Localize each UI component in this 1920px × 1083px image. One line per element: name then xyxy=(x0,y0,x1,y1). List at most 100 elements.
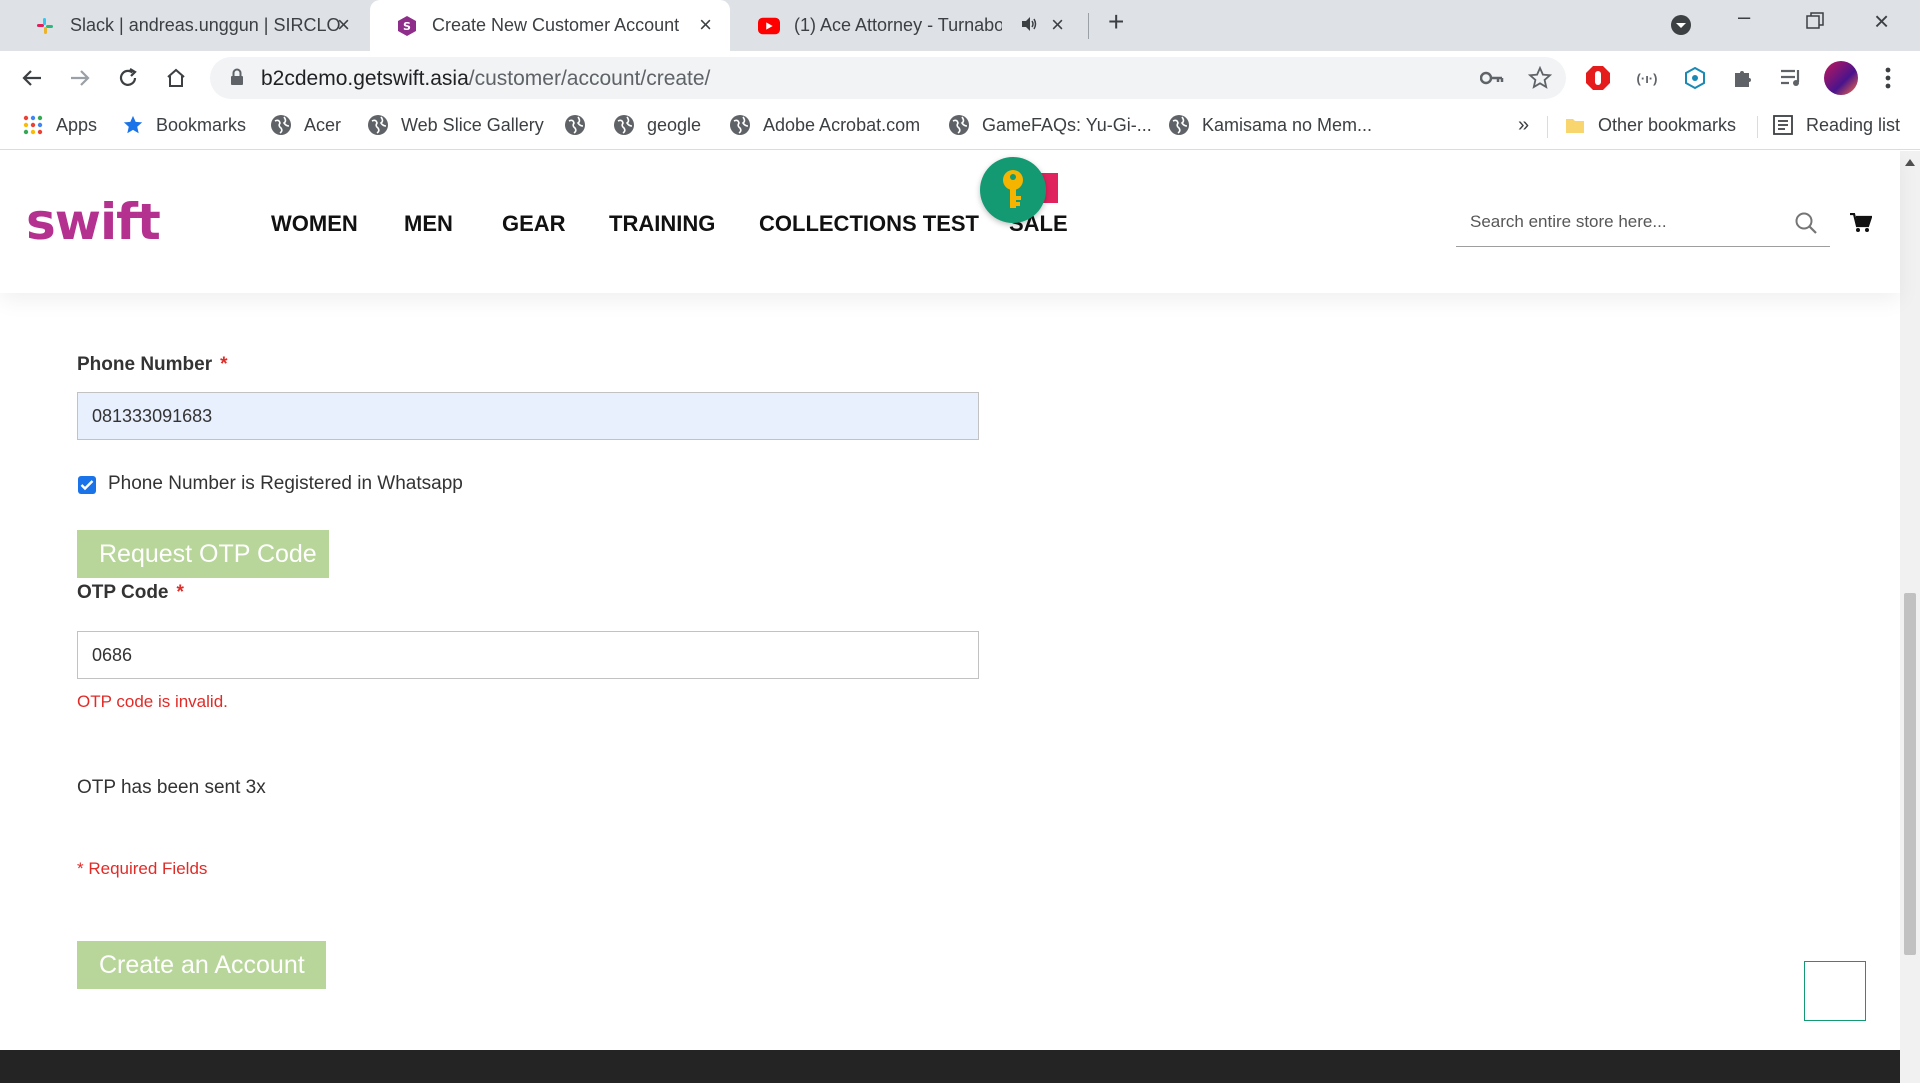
lock-icon[interactable] xyxy=(230,68,244,91)
bookmarks-divider xyxy=(1547,116,1548,138)
tab-create-account[interactable]: S Create New Customer Account × xyxy=(370,0,730,51)
close-icon[interactable]: × xyxy=(337,14,350,36)
checkmark-icon xyxy=(80,480,94,491)
close-icon[interactable]: × xyxy=(1051,14,1064,36)
back-to-top-button[interactable] xyxy=(1804,961,1866,1021)
nav-men[interactable]: MEN xyxy=(404,211,453,237)
puzzle-extensions-icon[interactable] xyxy=(1729,64,1757,92)
required-fields-note: * Required Fields xyxy=(77,859,208,878)
request-otp-button[interactable]: Request OTP Code xyxy=(77,530,329,578)
close-icon[interactable]: × xyxy=(699,14,712,36)
adblock-extension-icon[interactable] xyxy=(1584,64,1612,92)
nav-gear[interactable]: GEAR xyxy=(502,211,566,237)
tab-slack[interactable]: Slack | andreas.unggun | SIRCLO × xyxy=(8,0,368,51)
close-window-icon[interactable]: × xyxy=(1874,6,1889,37)
bookmark-gamefaqs[interactable]: GameFAQs: Yu-Gi-... xyxy=(948,114,1152,136)
tab-title: Slack | andreas.unggun | SIRCLO xyxy=(70,15,341,35)
globe-icon xyxy=(367,114,389,136)
restore-icon[interactable] xyxy=(1806,10,1824,36)
scrollbar-thumb[interactable] xyxy=(1904,593,1916,955)
graph-extension-icon[interactable] xyxy=(1681,64,1709,92)
scroll-up-arrow-icon[interactable] xyxy=(1905,159,1915,166)
swift-favicon-icon: S xyxy=(396,15,418,37)
wireless-extension-icon[interactable]: (·ı·) xyxy=(1633,64,1661,92)
bookmark-geogle[interactable]: geogle xyxy=(613,114,701,136)
forward-icon[interactable] xyxy=(64,62,96,94)
bookmarks-divider xyxy=(1757,116,1758,138)
store-search xyxy=(1456,199,1830,247)
label-text: Phone Number xyxy=(77,354,213,375)
create-account-button[interactable]: Create an Account xyxy=(77,941,326,989)
bookmark-label: Apps xyxy=(56,114,98,135)
reading-list[interactable]: Reading list xyxy=(1772,114,1900,136)
bookmark-label: Web Slice Gallery xyxy=(401,114,544,135)
svg-text:S: S xyxy=(403,20,411,33)
nav-training[interactable]: TRAINING xyxy=(609,211,715,237)
bookmark-other-bookmarks[interactable]: Other bookmarks xyxy=(1564,114,1736,136)
bookmark-web-slice-gallery[interactable]: Web Slice Gallery xyxy=(367,114,544,136)
reload-icon[interactable] xyxy=(112,62,144,94)
bookmark-label: Acer xyxy=(304,114,342,135)
globe-icon xyxy=(564,114,586,136)
browser-toolbar: b2cdemo.getswift.asia/customer/account/c… xyxy=(0,51,1920,104)
bookmarks-overflow-chevron[interactable]: » xyxy=(1518,114,1529,137)
speaker-icon[interactable] xyxy=(1020,15,1038,38)
page-scrollbar[interactable] xyxy=(1900,151,1920,1083)
slack-icon xyxy=(34,15,56,37)
phone-number-label: Phone Number * xyxy=(77,354,228,376)
profile-avatar[interactable] xyxy=(1824,61,1858,95)
bookmark-kamisama[interactable]: Kamisama no Mem... xyxy=(1168,114,1372,136)
nav-women[interactable]: WOMEN xyxy=(271,211,358,237)
tab-divider xyxy=(1088,13,1089,39)
phone-number-field[interactable] xyxy=(77,392,979,440)
bookmark-apps[interactable]: Apps xyxy=(22,114,97,136)
password-manager-key-icon[interactable] xyxy=(980,157,1046,223)
bookmark-acer[interactable]: Acer xyxy=(270,114,341,136)
bookmark-bookmarks[interactable]: Bookmarks xyxy=(122,114,246,136)
url-path: /customer/account/create/ xyxy=(468,67,711,90)
site-footer xyxy=(0,1050,1900,1083)
site-logo[interactable]: swift xyxy=(26,193,161,251)
whatsapp-checkbox[interactable] xyxy=(78,476,96,494)
minimize-icon[interactable]: – xyxy=(1738,4,1750,30)
globe-icon xyxy=(270,114,292,136)
bookmark-label: Bookmarks xyxy=(156,114,247,135)
otp-sent-message: OTP has been sent 3x xyxy=(77,777,266,798)
media-queue-icon[interactable] xyxy=(1777,64,1805,92)
globe-icon xyxy=(729,114,751,136)
new-tab-icon[interactable]: + xyxy=(1108,6,1124,38)
tab-youtube[interactable]: (1) Ace Attorney - Turnabout × xyxy=(732,0,1082,51)
page-viewport: Phone Number * Phone Number is Registered… xyxy=(0,151,1920,1083)
nav-collections-test[interactable]: COLLECTIONS TEST xyxy=(759,211,979,237)
globe-icon xyxy=(613,114,635,136)
tab-title: Create New Customer Account xyxy=(432,15,680,35)
store-search-input[interactable] xyxy=(1456,199,1786,245)
folder-icon xyxy=(1564,114,1586,136)
home-icon[interactable] xyxy=(160,62,192,94)
bookmark-adobe-acrobat[interactable]: Adobe Acrobat.com xyxy=(729,114,920,136)
back-icon[interactable] xyxy=(16,62,48,94)
youtube-icon xyxy=(758,15,780,37)
tab-search-icon[interactable] xyxy=(1670,14,1692,42)
address-bar[interactable]: b2cdemo.getswift.asia/customer/account/c… xyxy=(210,57,1566,99)
url-text: b2cdemo.getswift.asia/customer/account/c… xyxy=(261,67,710,91)
star-icon[interactable] xyxy=(1527,65,1553,95)
password-key-icon[interactable] xyxy=(1479,69,1504,92)
label-text: OTP Code xyxy=(77,582,169,603)
search-icon[interactable] xyxy=(1794,211,1818,240)
cart-icon[interactable] xyxy=(1850,212,1873,238)
bookmark-unnamed[interactable] xyxy=(564,114,598,136)
globe-icon xyxy=(948,114,970,136)
bookmark-label: Adobe Acrobat.com xyxy=(763,114,921,135)
otp-code-field[interactable] xyxy=(77,631,979,679)
whatsapp-checkbox-label[interactable]: Phone Number is Registered in Whatsapp xyxy=(108,473,463,495)
bookmark-label: geogle xyxy=(647,114,702,135)
site-header: swift WOMEN MEN GEAR TRAINING COLLECTION… xyxy=(0,151,1900,293)
required-asterisk: * xyxy=(176,582,184,603)
otp-error-message: OTP code is invalid. xyxy=(77,692,228,711)
url-host: b2cdemo.getswift.asia xyxy=(261,67,469,90)
star-filled-icon xyxy=(122,114,144,136)
browser-menu-icon[interactable] xyxy=(1874,64,1902,92)
bookmark-label: GameFAQs: Yu-Gi-... xyxy=(982,114,1152,135)
otp-code-label: OTP Code * xyxy=(77,582,184,604)
